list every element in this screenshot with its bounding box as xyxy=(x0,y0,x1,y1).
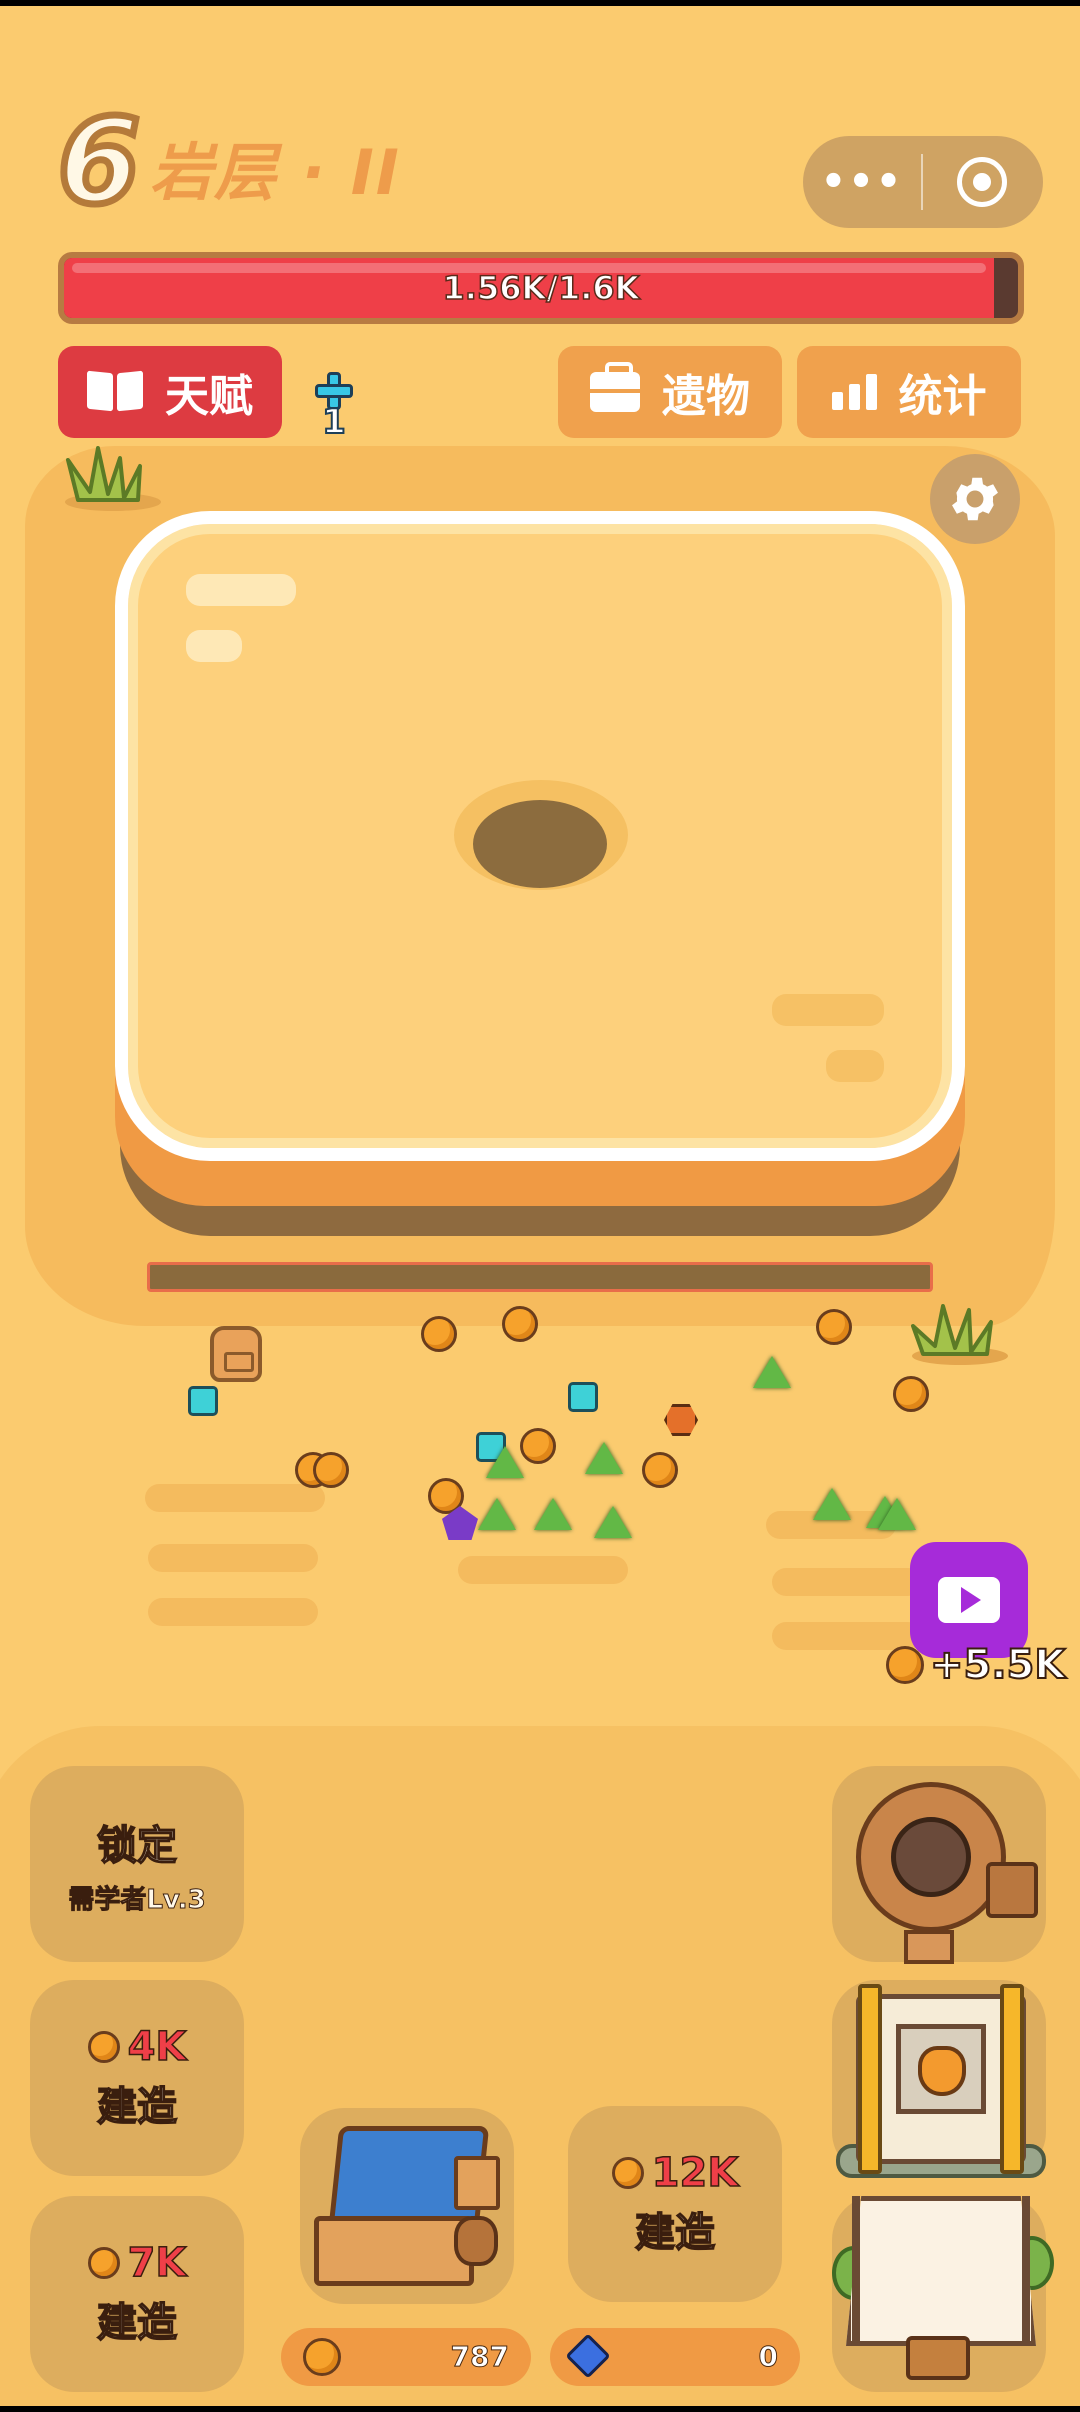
sand-stripe xyxy=(145,1484,325,1512)
dig-hole xyxy=(473,800,607,888)
emerald-icon[interactable] xyxy=(486,1446,524,1478)
dig-progress-bar xyxy=(147,1262,933,1292)
build-label: 建造 xyxy=(634,2209,716,2257)
build-cost-value: 4K xyxy=(127,2023,187,2071)
watch-ad-button[interactable] xyxy=(910,1542,1028,1658)
build-cost: 4K xyxy=(87,2023,187,2071)
emerald-icon[interactable] xyxy=(813,1488,851,1520)
sand-stripe xyxy=(148,1544,318,1572)
build-cost: 7K xyxy=(87,2239,187,2287)
briefcase-icon xyxy=(590,362,640,412)
tent-icon[interactable] xyxy=(826,2186,1056,2406)
coin-icon[interactable] xyxy=(520,1428,556,1464)
emerald-icon[interactable] xyxy=(534,1498,572,1530)
book-icon xyxy=(87,372,143,412)
ad-reward: +5.5K xyxy=(886,1641,1066,1689)
ad-reward-amount: +5.5K xyxy=(929,1641,1066,1689)
backpack-icon[interactable] xyxy=(210,1326,262,1382)
locked-requirement: 需学者Lv.3 xyxy=(68,1884,206,1915)
coin-icon[interactable] xyxy=(502,1306,538,1342)
emerald-icon[interactable] xyxy=(585,1442,623,1474)
target-circle-icon[interactable] xyxy=(923,157,1041,207)
relics-button[interactable]: 遗物 xyxy=(558,346,782,438)
cube-gem-icon[interactable] xyxy=(188,1386,218,1416)
sand-stripe xyxy=(772,1568,922,1596)
more-dots-icon[interactable]: ••• xyxy=(803,159,921,205)
grass-tuft-icon xyxy=(65,446,161,511)
emerald-icon[interactable] xyxy=(878,1498,916,1530)
coin-icon xyxy=(87,2247,120,2279)
coin-icon xyxy=(303,2338,341,2376)
stone-mill-icon[interactable] xyxy=(836,1762,1046,1972)
block-highlight xyxy=(186,574,296,606)
build-slot-4k[interactable]: 4K 建造 xyxy=(30,1980,244,2176)
emerald-icon[interactable] xyxy=(478,1498,516,1530)
coin-icon[interactable] xyxy=(642,1452,678,1488)
locked-title: 锁定 xyxy=(96,1822,178,1870)
coin-counter: 787 xyxy=(281,2328,531,2386)
talent-points-badge: 1 xyxy=(306,368,362,448)
stats-label: 统计 xyxy=(898,371,987,422)
level-number: 6 xyxy=(54,92,143,230)
talent-points-count: 1 xyxy=(321,401,347,443)
coin-icon[interactable] xyxy=(816,1309,852,1345)
gear-icon xyxy=(952,477,998,521)
cube-gem-icon[interactable] xyxy=(568,1382,598,1412)
block-highlight xyxy=(186,630,242,662)
kettlebell-gym-icon[interactable] xyxy=(836,1974,1046,2184)
coin-amount: 787 xyxy=(450,2340,509,2374)
grass-tuft-icon xyxy=(911,1304,1008,1365)
coin-icon[interactable] xyxy=(313,1452,349,1488)
bar-chart-icon xyxy=(831,374,877,410)
tv-play-icon xyxy=(938,1577,1000,1623)
market-stall-icon[interactable] xyxy=(304,2106,514,2306)
boss-hp-bar: 1.56K/1.6K xyxy=(58,252,1024,324)
miniprogram-capsule: ••• xyxy=(803,136,1043,228)
block-shade xyxy=(772,994,884,1026)
locked-build-slot[interactable]: 锁定 需学者Lv.3 xyxy=(30,1766,244,1962)
game-screen: 6 岩层 · II ••• 1.56K/1.6K 天赋 1 遗物 统计 +5.5… xyxy=(0,6,1080,2406)
gem-counter: 0 xyxy=(550,2328,800,2386)
build-cost-value: 7K xyxy=(127,2239,187,2287)
stats-button[interactable]: 统计 xyxy=(797,346,1021,438)
build-cost: 12K xyxy=(611,2149,739,2197)
emerald-icon[interactable] xyxy=(594,1506,632,1538)
hp-text: 1.56K/1.6K xyxy=(442,268,640,308)
relics-label: 遗物 xyxy=(662,371,750,422)
coin-icon xyxy=(87,2031,120,2063)
emerald-icon[interactable] xyxy=(753,1356,791,1388)
sand-stripe xyxy=(458,1556,628,1584)
build-slot-12k[interactable]: 12K 建造 xyxy=(568,2106,782,2302)
diamond-icon xyxy=(565,2333,611,2379)
gem-amount: 0 xyxy=(758,2340,779,2374)
coin-icon xyxy=(886,1646,924,1684)
build-slot-7k[interactable]: 7K 建造 xyxy=(30,2196,244,2392)
coin-icon[interactable] xyxy=(893,1376,929,1412)
block-shade xyxy=(826,1050,884,1082)
talent-button[interactable]: 天赋 xyxy=(58,346,282,438)
build-label: 建造 xyxy=(96,2083,178,2131)
level-name: 岩层 · II xyxy=(150,136,401,209)
coin-icon[interactable] xyxy=(421,1316,457,1352)
coin-icon xyxy=(611,2157,644,2189)
talent-label: 天赋 xyxy=(165,371,253,422)
sand-stripe xyxy=(148,1598,318,1626)
plus-icon-bar xyxy=(315,384,353,398)
settings-button[interactable] xyxy=(930,454,1020,544)
build-label: 建造 xyxy=(96,2299,178,2347)
hex-ore-icon[interactable] xyxy=(664,1404,698,1436)
build-cost-value: 12K xyxy=(651,2149,739,2197)
